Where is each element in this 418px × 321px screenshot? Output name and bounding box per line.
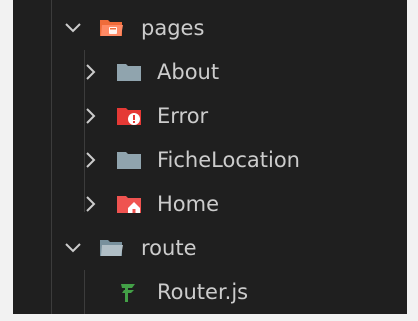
tree-item-pages[interactable]: pages [13,6,407,50]
file-tree: pages About Error FicheLocation Home rou… [13,6,407,314]
tree-item-about[interactable]: About [13,50,407,94]
chevron-right-icon[interactable] [81,62,101,82]
tree-item-error[interactable]: Error [13,94,407,138]
folder-pages-open-icon [97,16,127,40]
tree-item-router-js[interactable]: Router.js [13,270,407,314]
tree-item-home[interactable]: Home [13,182,407,226]
folder-icon [114,148,144,172]
chevron-right-icon[interactable] [81,194,101,214]
tree-item-fichelocation[interactable]: FicheLocation [13,138,407,182]
tree-item-label: Error [157,103,209,128]
tree-item-route[interactable]: route [13,226,407,270]
tree-item-label: About [157,59,220,84]
folder-home-icon [114,192,144,216]
router-file-icon [114,280,144,304]
chevron-right-icon[interactable] [81,150,101,170]
chevron-down-icon[interactable] [63,18,83,38]
chevron-down-icon[interactable] [63,238,83,258]
tree-item-label: FicheLocation [157,147,300,172]
tree-item-label: route [141,235,197,260]
folder-icon [114,60,144,84]
chevron-right-icon[interactable] [81,106,101,126]
tree-item-label: pages [141,15,205,40]
explorer-panel: pages About Error FicheLocation Home rou… [13,0,407,314]
tree-item-label: Home [157,191,220,216]
screenshot-frame: pages About Error FicheLocation Home rou… [0,0,418,321]
tree-item-label: Router.js [157,279,249,304]
folder-error-icon [114,104,144,128]
folder-open-icon [97,236,127,260]
